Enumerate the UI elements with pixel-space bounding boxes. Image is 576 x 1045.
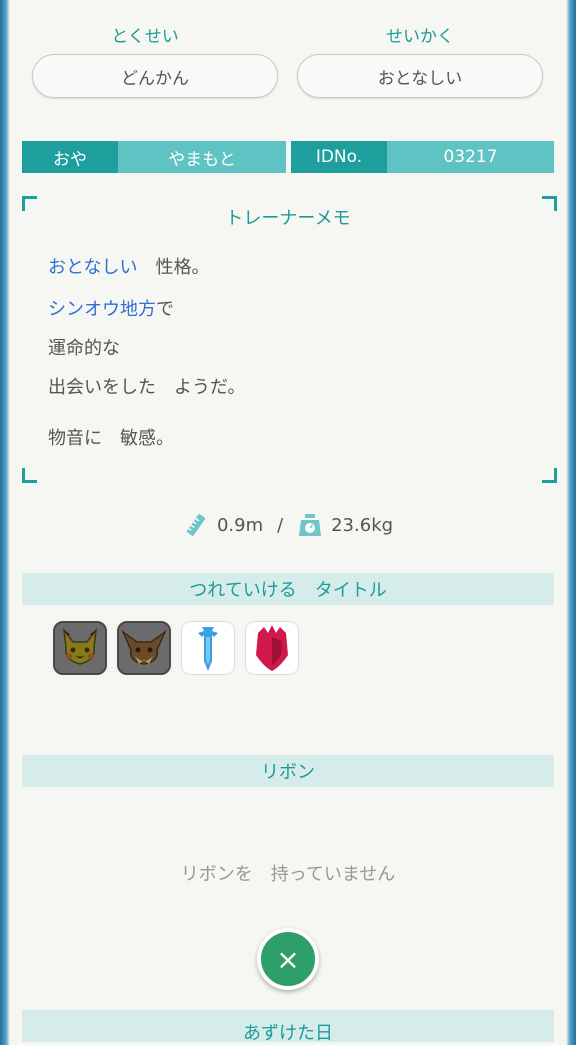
sword-badge-icon[interactable] (181, 621, 235, 675)
id-value: 03217 (387, 141, 554, 173)
memo-nature-line: おとなしい 性格。 (48, 253, 209, 279)
weight-value: 23.6kg (331, 514, 394, 536)
memo-region: シンオウ地方 (48, 299, 156, 320)
ability-label: とくせい (111, 27, 179, 47)
scale-icon (297, 512, 323, 538)
memo-line-4: 出会いをした ようだ。 (48, 377, 246, 398)
trainer-id-row: IDNo. 03217 (291, 141, 554, 173)
memo-characteristic: 物音に 敏感。 (48, 428, 174, 449)
close-icon: × (276, 942, 300, 976)
memo-nature-word: おとなしい (48, 257, 138, 278)
ot-value: やまもと (118, 141, 286, 173)
original-trainer-row: おや やまもと (22, 141, 286, 173)
deposit-date-heading: あずけた日 (243, 1023, 333, 1044)
close-button[interactable]: × (257, 928, 319, 990)
id-label: IDNo. (291, 141, 387, 173)
pokemon-summary-page: とくせい どんかん せいかく おとなしい おや やまもと IDNo. 03217… (10, 0, 566, 1044)
ot-label: おや (22, 141, 118, 173)
ability-value: どんかん (121, 68, 189, 89)
ruler-icon (183, 512, 209, 538)
ribbons-empty-message: リボンを 持っていません (180, 864, 396, 885)
memo-line-3: 運命的な (48, 338, 120, 359)
nature-value-pill: おとなしい (297, 54, 543, 98)
memo-region-suffix: で (156, 299, 174, 320)
memo-corner-bottom-left (22, 468, 37, 483)
pikachu-badge-icon[interactable] (53, 621, 107, 675)
titles-section-header: つれていける タイトル (22, 573, 554, 605)
ability-value-pill: どんかん (32, 54, 278, 98)
memo-corner-bottom-right (542, 468, 557, 483)
nature-value: おとなしい (377, 68, 463, 89)
ribbons-section-header: リボン (22, 755, 554, 787)
measurements-row: 0.9m / 23.6kg (10, 512, 566, 538)
trainer-memo-title: トレーナーメモ (225, 208, 351, 229)
measure-separator: / (277, 514, 284, 536)
memo-nature-suffix: 性格。 (155, 257, 210, 278)
deposit-date-section-header: あずけた日 (22, 1010, 554, 1044)
shield-badge-icon[interactable] (245, 621, 299, 675)
eevee-badge-icon[interactable] (117, 621, 171, 675)
memo-region-line: シンオウ地方で (48, 295, 174, 321)
nature-label: せいかく (386, 27, 454, 47)
height-value: 0.9m (216, 514, 264, 536)
